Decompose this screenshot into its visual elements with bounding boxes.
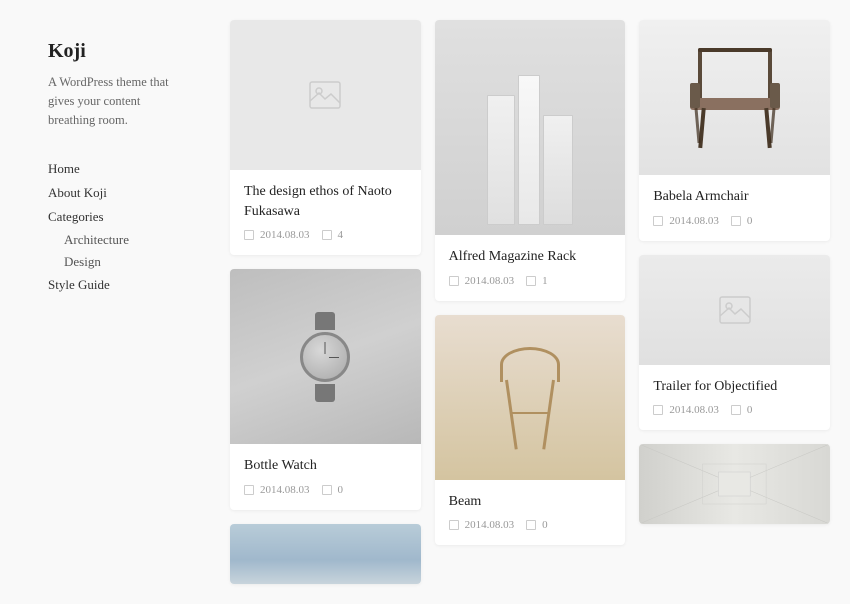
image-placeholder-icon-2 xyxy=(719,296,751,324)
comment-icon-4: ⬜ xyxy=(526,520,536,530)
comment-icon-6: ⬜ xyxy=(731,405,741,415)
card-magazine-title: Alfred Magazine Rack xyxy=(449,247,612,267)
card-objectified-comments: ⬜ 0 xyxy=(731,404,753,416)
comment-icon-5: ⬜ xyxy=(731,216,741,226)
card-beam-body: Beam ⬜ 2014.08.03 ⬜ 0 xyxy=(435,480,626,546)
card-beam[interactable]: Beam ⬜ 2014.08.03 ⬜ 0 xyxy=(435,315,626,546)
column-1: The design ethos of Naoto Fukasawa ⬜ 201… xyxy=(230,20,421,584)
card-objectified-image xyxy=(639,255,830,365)
card-naoto-body: The design ethos of Naoto Fukasawa ⬜ 201… xyxy=(230,170,421,255)
column-3: Babela Armchair ⬜ 2014.08.03 ⬜ 0 xyxy=(639,20,830,524)
card-watch-date: ⬜ 2014.08.03 xyxy=(244,484,310,496)
card-magazine-date: ⬜ 2014.08.03 xyxy=(449,275,515,287)
card-chair-title: Babela Armchair xyxy=(653,187,816,207)
card-grid: The design ethos of Naoto Fukasawa ⬜ 201… xyxy=(230,20,830,584)
nav-design[interactable]: Design xyxy=(48,251,190,273)
calendar-icon: ⬜ xyxy=(244,230,254,240)
comment-icon-3: ⬜ xyxy=(526,276,536,286)
card-watch-meta: ⬜ 2014.08.03 ⬜ 0 xyxy=(244,484,407,496)
card-beam-comments: ⬜ 0 xyxy=(526,519,548,531)
card-magazine-image xyxy=(435,20,626,235)
card-beam-title: Beam xyxy=(449,492,612,512)
site-title: Koji xyxy=(48,40,190,63)
site-description: A WordPress theme that gives your conten… xyxy=(48,73,190,129)
card-objectified-meta: ⬜ 2014.08.03 ⬜ 0 xyxy=(653,404,816,416)
column-2: Alfred Magazine Rack ⬜ 2014.08.03 ⬜ 1 xyxy=(435,20,626,545)
comment-icon-2: ⬜ xyxy=(322,485,332,495)
main-content: The design ethos of Naoto Fukasawa ⬜ 201… xyxy=(220,0,850,604)
image-placeholder-icon xyxy=(309,81,341,109)
calendar-icon-3: ⬜ xyxy=(449,276,459,286)
card-naoto[interactable]: The design ethos of Naoto Fukasawa ⬜ 201… xyxy=(230,20,421,255)
card-chair-body: Babela Armchair ⬜ 2014.08.03 ⬜ 0 xyxy=(639,175,830,241)
watch-illustration xyxy=(295,312,355,402)
card-magazine-comments: ⬜ 1 xyxy=(526,275,548,287)
card-corridor[interactable] xyxy=(639,444,830,524)
card-watch-image xyxy=(230,269,421,444)
card-building[interactable] xyxy=(230,524,421,584)
card-beam-date: ⬜ 2014.08.03 xyxy=(449,519,515,531)
card-chair[interactable]: Babela Armchair ⬜ 2014.08.03 ⬜ 0 xyxy=(639,20,830,241)
card-chair-comments: ⬜ 0 xyxy=(731,215,753,227)
calendar-icon-6: ⬜ xyxy=(653,405,663,415)
card-beam-meta: ⬜ 2014.08.03 ⬜ 0 xyxy=(449,519,612,531)
card-naoto-title: The design ethos of Naoto Fukasawa xyxy=(244,182,407,221)
calendar-icon-4: ⬜ xyxy=(449,520,459,530)
card-naoto-date: ⬜ 2014.08.03 xyxy=(244,229,310,241)
navigation: Home About Koji Categories Architecture … xyxy=(48,157,190,297)
corridor-illustration xyxy=(639,444,830,524)
nav-home[interactable]: Home xyxy=(48,157,190,181)
card-magazine[interactable]: Alfred Magazine Rack ⬜ 2014.08.03 ⬜ 1 xyxy=(435,20,626,301)
card-objectified[interactable]: Trailer for Objectified ⬜ 2014.08.03 ⬜ 0 xyxy=(639,255,830,431)
card-objectified-title: Trailer for Objectified xyxy=(653,377,816,397)
card-watch-body: Bottle Watch ⬜ 2014.08.03 ⬜ 0 xyxy=(230,444,421,510)
card-chair-meta: ⬜ 2014.08.03 ⬜ 0 xyxy=(653,215,816,227)
card-chair-image xyxy=(639,20,830,175)
nav-style-guide[interactable]: Style Guide xyxy=(48,273,190,297)
card-naoto-comments: ⬜ 4 xyxy=(322,229,344,241)
card-watch-comments: ⬜ 0 xyxy=(322,484,344,496)
card-building-image xyxy=(230,524,421,584)
card-watch[interactable]: Bottle Watch ⬜ 2014.08.03 ⬜ 0 xyxy=(230,269,421,510)
card-objectified-body: Trailer for Objectified ⬜ 2014.08.03 ⬜ 0 xyxy=(639,365,830,431)
card-beam-image xyxy=(435,315,626,480)
card-naoto-meta: ⬜ 2014.08.03 ⬜ 4 xyxy=(244,229,407,241)
nav-architecture[interactable]: Architecture xyxy=(48,229,190,251)
calendar-icon-5: ⬜ xyxy=(653,216,663,226)
card-magazine-body: Alfred Magazine Rack ⬜ 2014.08.03 ⬜ 1 xyxy=(435,235,626,301)
card-naoto-image xyxy=(230,20,421,170)
card-corridor-image xyxy=(639,444,830,524)
card-chair-date: ⬜ 2014.08.03 xyxy=(653,215,719,227)
comment-icon: ⬜ xyxy=(322,230,332,240)
nav-about[interactable]: About Koji xyxy=(48,181,190,205)
nav-categories-label: Categories xyxy=(48,205,190,229)
card-objectified-date: ⬜ 2014.08.03 xyxy=(653,404,719,416)
sidebar: Koji A WordPress theme that gives your c… xyxy=(0,0,220,604)
card-watch-title: Bottle Watch xyxy=(244,456,407,476)
calendar-icon-2: ⬜ xyxy=(244,485,254,495)
card-magazine-meta: ⬜ 2014.08.03 ⬜ 1 xyxy=(449,275,612,287)
